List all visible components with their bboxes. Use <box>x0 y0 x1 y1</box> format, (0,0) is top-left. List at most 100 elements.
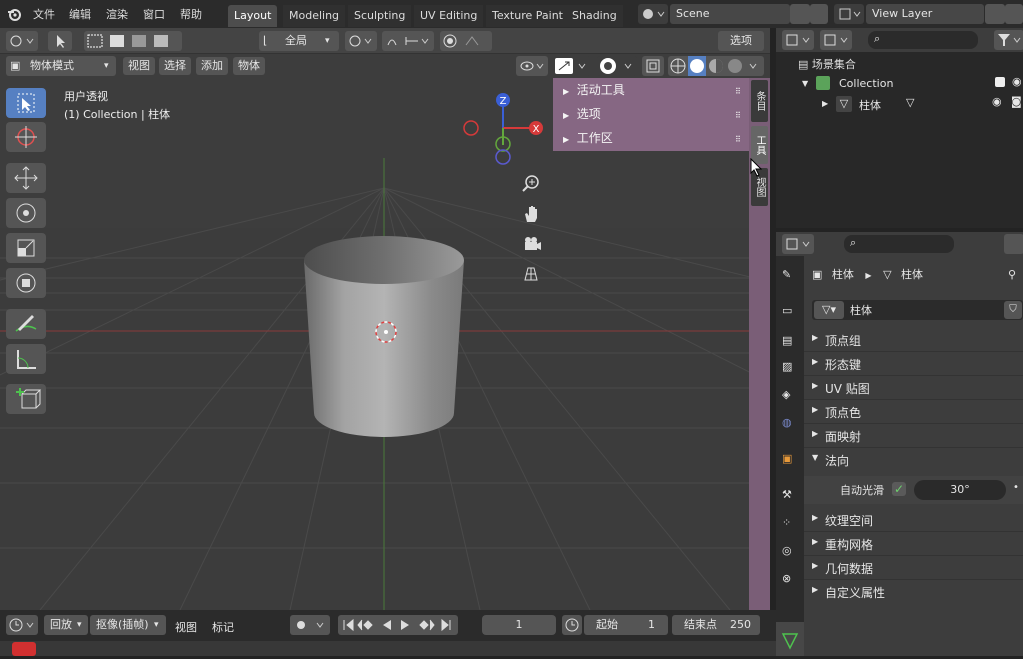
scale-tool[interactable] <box>6 233 46 263</box>
eye-icon[interactable]: ◉ <box>992 95 1002 108</box>
eye-icon[interactable]: ◉ <box>1012 75 1022 88</box>
menu-add[interactable]: 添加 <box>196 57 228 75</box>
tab-shading[interactable]: Shading <box>566 5 623 27</box>
pan-hand-icon[interactable] <box>519 202 543 226</box>
mesh-datablock-selector[interactable]: ▽▾ 柱体 ⛉ <box>812 300 1023 320</box>
end-frame-field[interactable]: 结束点 250 <box>672 615 760 635</box>
visibility-dropdown[interactable] <box>516 56 548 76</box>
scene-selector-button[interactable] <box>638 4 668 24</box>
panel-vertex-groups[interactable]: ▶ 顶点组 <box>804 328 1023 352</box>
zoom-icon[interactable] <box>519 172 543 196</box>
playback-controls[interactable] <box>338 615 458 635</box>
menu-select[interactable]: 选择 <box>159 57 191 75</box>
panel-remesh[interactable]: ▶ 重构网格 <box>804 532 1023 556</box>
datablock-name-field[interactable]: 柱体 <box>850 302 872 318</box>
rotate-tool[interactable] <box>6 198 46 228</box>
scene-collection-row[interactable]: ▤ 场景集合 <box>798 56 856 72</box>
cursor-tool[interactable] <box>6 122 46 152</box>
shading-mode-buttons[interactable] <box>668 56 764 76</box>
object-tab-icon[interactable]: ▣ <box>782 452 792 465</box>
overlays-toggle[interactable] <box>597 56 637 76</box>
mesh-data-tab-icon[interactable] <box>776 622 804 656</box>
outliner-search-input[interactable]: ⌕ <box>868 31 978 49</box>
menu-window[interactable]: 窗口 <box>143 6 165 22</box>
annotate-tool[interactable] <box>6 309 46 339</box>
options-section[interactable]: ▶ 选项 <box>563 102 601 126</box>
menu-marker[interactable]: 标记 <box>212 619 234 635</box>
new-view-layer-icon[interactable] <box>985 4 1005 24</box>
menu-file[interactable]: 文件 <box>33 6 55 22</box>
tab-item[interactable]: 条目 <box>751 80 768 122</box>
active-tool-section[interactable]: ▶ 活动工具 <box>563 78 625 102</box>
drag-handle-icon[interactable]: ⠿ <box>735 87 741 96</box>
world-tab-icon[interactable]: ◍ <box>782 416 792 429</box>
render-tab-icon[interactable]: ▭ <box>782 304 792 317</box>
drag-handle-icon[interactable]: ⠿ <box>735 135 741 144</box>
current-frame-field[interactable]: 1 <box>482 615 556 635</box>
select-tool-icon[interactable] <box>48 31 72 51</box>
start-frame-field[interactable]: 起始 1 <box>584 615 668 635</box>
checkbox-icon[interactable] <box>995 77 1005 87</box>
remove-view-layer-icon[interactable] <box>1005 4 1023 24</box>
pivot-point-dropdown[interactable] <box>345 31 377 51</box>
view-layer-name-field[interactable]: View Layer <box>866 4 984 24</box>
transform-tool[interactable] <box>6 268 46 298</box>
menu-edit[interactable]: 编辑 <box>69 6 91 22</box>
snap-toggle[interactable] <box>382 31 434 51</box>
menu-object[interactable]: 物体 <box>233 57 265 75</box>
panel-face-maps[interactable]: ▶ 面映射 <box>804 424 1023 448</box>
pin-icon[interactable]: ⚲ <box>1008 264 1016 286</box>
chevron-down-icon[interactable] <box>1004 234 1023 254</box>
editor-type-button[interactable] <box>6 31 38 51</box>
panel-geometry-data[interactable]: ▶ 几何数据 <box>804 556 1023 580</box>
physics-tab-icon[interactable]: ◎ <box>782 544 792 557</box>
menu-view[interactable]: 视图 <box>123 57 155 75</box>
modifier-tab-icon[interactable]: ⚒ <box>782 488 792 501</box>
properties-search-input[interactable]: ⌕ <box>844 235 954 253</box>
camera-icon[interactable]: ◙ <box>1011 95 1022 108</box>
tab-layout[interactable]: Layout <box>228 5 278 27</box>
panel-texture-space[interactable]: ▶ 纹理空间 <box>804 508 1023 532</box>
filter-icon[interactable] <box>994 30 1023 50</box>
playhead[interactable] <box>12 642 36 656</box>
playback-dropdown[interactable]: 回放 ▾ <box>44 615 88 635</box>
preview-range-icon[interactable] <box>562 615 582 635</box>
workspace-section[interactable]: ▶ 工作区 <box>563 126 613 150</box>
menu-help[interactable]: 帮助 <box>180 6 202 22</box>
select-box-tool[interactable] <box>6 88 46 118</box>
tool-settings-tab-icon[interactable]: ✎ <box>782 268 791 281</box>
view-layer-selector-button[interactable] <box>834 4 864 24</box>
navigation-gizmo[interactable]: Z X <box>460 90 550 170</box>
output-tab-icon[interactable]: ▤ <box>782 334 792 347</box>
panel-normals[interactable]: ▼ 法向 <box>804 448 1023 472</box>
object-row[interactable]: ▶ ▽ 柱体 ▽ ◉ ◙ <box>822 95 1023 114</box>
remove-scene-icon[interactable] <box>810 4 828 24</box>
fake-user-shield-icon[interactable]: ⛉ <box>1004 301 1022 319</box>
properties-editor-type-button[interactable] <box>782 234 814 254</box>
scene-name-field[interactable]: Scene <box>670 4 790 24</box>
collection-row[interactable]: ▼ Collection ◉ ◙ <box>802 75 1023 94</box>
options-button[interactable]: 选项 <box>718 31 764 51</box>
proportional-editing-toggle[interactable] <box>440 31 492 51</box>
grid-perspective-icon[interactable] <box>519 262 543 286</box>
display-mode-button[interactable] <box>820 30 852 50</box>
tab-uv-editing[interactable]: UV Editing <box>414 5 484 27</box>
blender-logo-icon[interactable] <box>6 6 22 22</box>
menu-render[interactable]: 渲染 <box>106 6 128 22</box>
tab-texture-paint[interactable]: Texture Paint <box>486 5 569 27</box>
timeline-scrubber[interactable] <box>0 641 776 656</box>
transform-orientation-dropdown[interactable]: ⌊ 全局 ▾ <box>259 31 339 51</box>
timeline-editor-type-button[interactable] <box>6 615 38 635</box>
measure-tool[interactable] <box>6 344 46 374</box>
mesh-browse-icon[interactable]: ▽▾ <box>814 301 844 319</box>
panel-vertex-colors[interactable]: ▶ 顶点色 <box>804 400 1023 424</box>
auto-smooth-checkbox[interactable]: ✓ <box>892 482 906 496</box>
camera-icon[interactable] <box>519 232 543 256</box>
particles-tab-icon[interactable]: ⁘ <box>782 516 791 529</box>
selection-mode-buttons[interactable] <box>84 31 182 51</box>
mode-dropdown[interactable]: ▣ 物体模式 ▾ <box>6 56 116 76</box>
move-tool[interactable] <box>6 163 46 193</box>
panel-shape-keys[interactable]: ▶ 形态键 <box>804 352 1023 376</box>
menu-view[interactable]: 视图 <box>175 619 197 635</box>
xray-toggle-icon[interactable] <box>642 56 664 76</box>
